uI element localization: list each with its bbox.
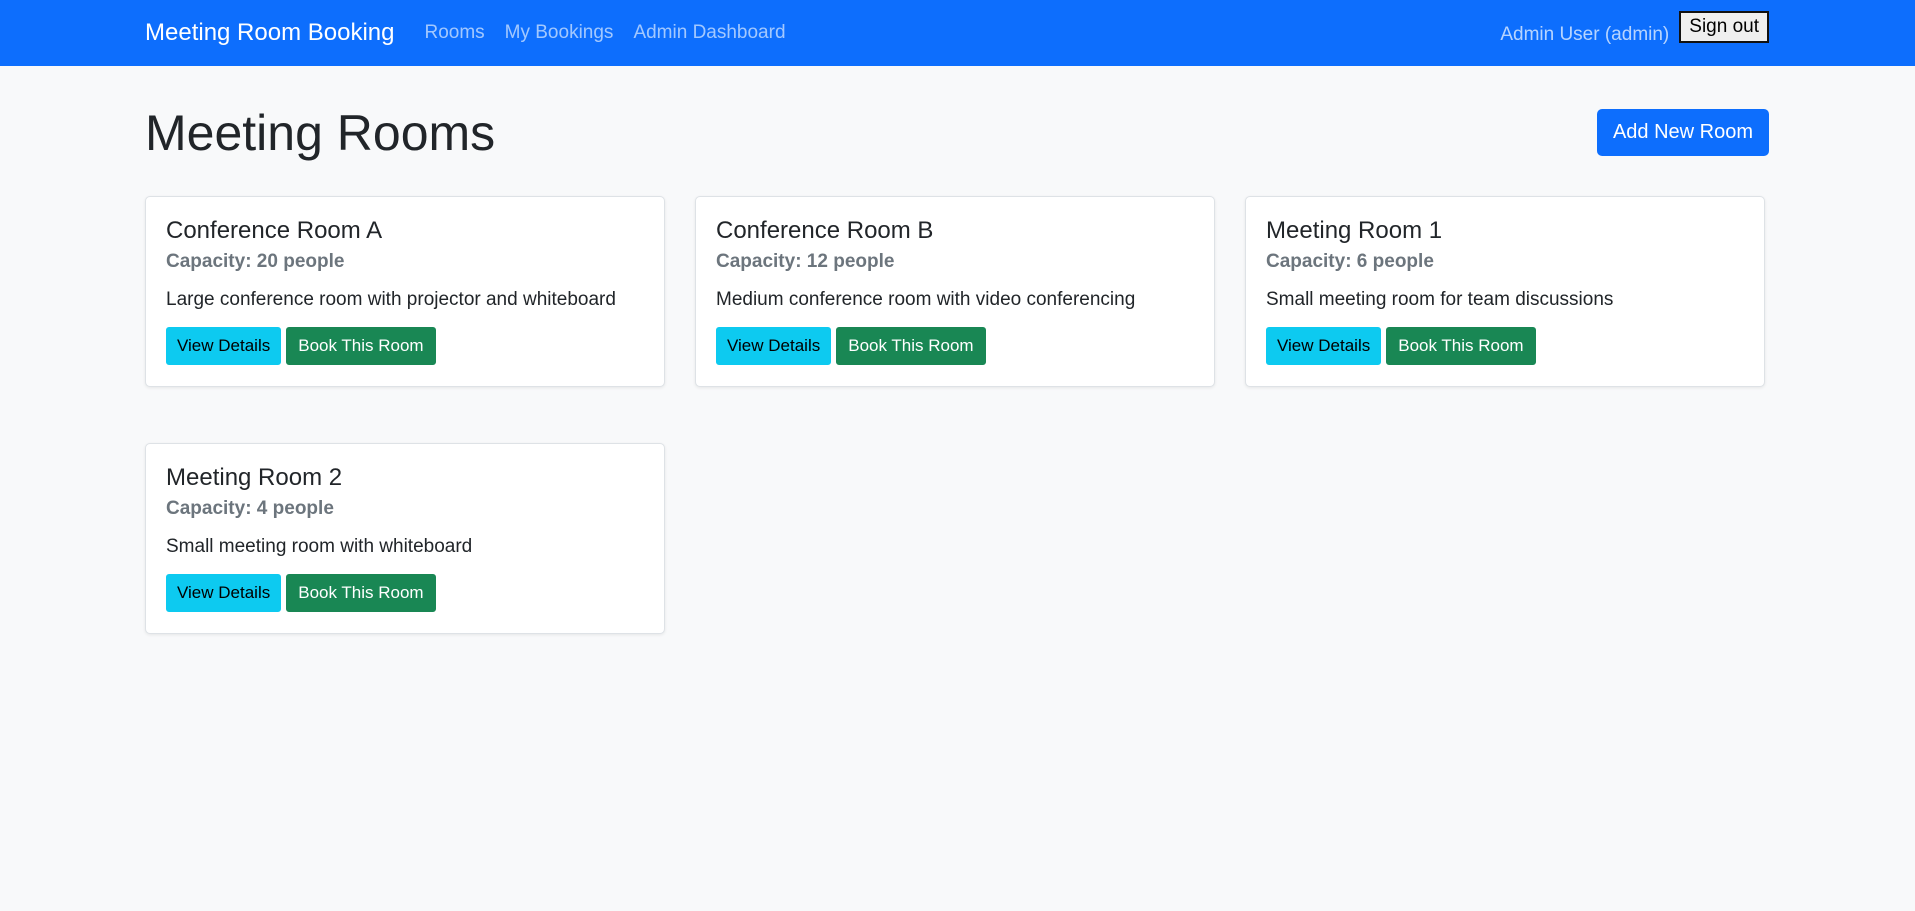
room-card-conference-room-a: Conference Room A Capacity: 20 people La… (145, 196, 665, 387)
brand-link[interactable]: Meeting Room Booking (145, 19, 394, 47)
room-capacity: Capacity: 12 people (716, 251, 895, 272)
book-room-button[interactable]: Book This Room (286, 327, 436, 365)
room-capacity: Capacity: 4 people (166, 498, 334, 519)
room-capacity: Capacity: 6 people (1266, 251, 1434, 272)
room-capacity: Capacity: 20 people (166, 251, 345, 272)
view-details-button[interactable]: View Details (716, 327, 832, 365)
room-name: Meeting Room 1 (1266, 217, 1443, 244)
room-card-meeting-room-1: Meeting Room 1 Capacity: 6 people Small … (1245, 196, 1765, 387)
top-navbar: Meeting Room Booking Rooms My Bookings A… (0, 0, 1915, 66)
book-room-button[interactable]: Book This Room (1386, 327, 1536, 365)
nav-links: Rooms My Bookings Admin Dashboard (424, 22, 785, 44)
room-name: Conference Room A (166, 217, 383, 244)
room-card-conference-room-b: Conference Room B Capacity: 12 people Me… (695, 196, 1215, 387)
room-description: Small meeting room with whiteboard (166, 536, 473, 557)
book-room-button[interactable]: Book This Room (286, 574, 436, 612)
view-details-button[interactable]: View Details (166, 574, 282, 612)
nav-link-my-bookings[interactable]: My Bookings (505, 22, 614, 44)
view-details-button[interactable]: View Details (1266, 327, 1382, 365)
room-actions: View Details Book This Room (166, 327, 644, 365)
room-description: Medium conference room with video confer… (716, 289, 1136, 310)
view-details-button[interactable]: View Details (166, 327, 282, 365)
room-actions: View Details Book This Room (716, 327, 1194, 365)
room-name: Conference Room B (716, 217, 934, 244)
page-header: Meeting Rooms Add New Room (145, 66, 1769, 196)
add-new-room-button[interactable]: Add New Room (1596, 108, 1769, 156)
nav-link-rooms[interactable]: Rooms (424, 22, 484, 44)
room-card-meeting-room-2: Meeting Room 2 Capacity: 4 people Small … (145, 443, 665, 634)
page-title: Meeting Rooms (145, 105, 496, 161)
nav-link-admin-dashboard[interactable]: Admin Dashboard (633, 22, 785, 44)
room-actions: View Details Book This Room (1266, 327, 1744, 365)
room-grid-wrapper: Conference Room A Capacity: 20 people La… (145, 196, 1769, 634)
book-room-button[interactable]: Book This Room (836, 327, 986, 365)
main-content: Meeting Rooms Add New Room Conference Ro… (0, 66, 1915, 634)
room-grid: Conference Room A Capacity: 20 people La… (145, 196, 1769, 634)
room-description: Large conference room with projector and… (166, 289, 616, 310)
current-user-label: Admin User (admin) (1500, 23, 1670, 45)
sign-out-button[interactable]: Sign out (1679, 10, 1769, 44)
room-description: Small meeting room for team discussions (1266, 289, 1614, 310)
room-name: Meeting Room 2 (166, 464, 343, 491)
nav-user-area: Admin User (admin) Sign out (1500, 10, 1769, 46)
room-actions: View Details Book This Room (166, 574, 644, 612)
